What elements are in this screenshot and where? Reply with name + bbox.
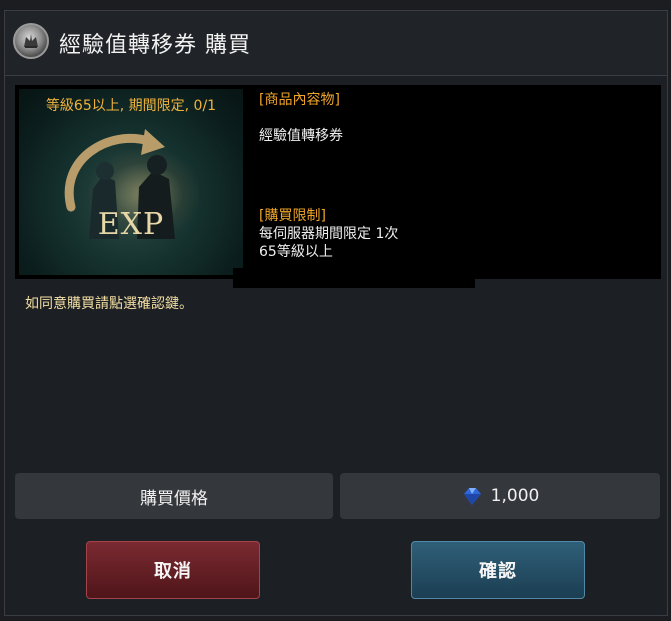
cancel-button[interactable]: 取消 xyxy=(86,541,260,599)
price-value: 1,000 xyxy=(490,486,540,506)
title-bar: 經驗值轉移券 購買 xyxy=(5,11,667,76)
confirm-button[interactable]: 確認 xyxy=(411,541,585,599)
item-caption: 等級65以上, 期間限定, 0/1 xyxy=(45,98,217,114)
item-image: EXP 等級65以上, 期間限定, 0/1 xyxy=(19,89,243,275)
crest-icon xyxy=(13,23,49,59)
limit-line-2: 65等級以上 xyxy=(259,244,333,260)
blue-gem-icon xyxy=(461,486,483,506)
purchase-dialog: 經驗值轉移券 購買 EXP 等級65以上, 期間限定, 0/1 [商品內容物] … xyxy=(4,10,668,616)
dialog-title: 經驗值轉移券 購買 xyxy=(59,33,251,58)
confirm-label: 確認 xyxy=(479,561,517,582)
limit-header: [購買限制] xyxy=(259,208,326,224)
exp-label: EXP xyxy=(97,207,165,242)
exp-transfer-art xyxy=(64,129,175,239)
contents-header: [商品內容物] xyxy=(259,92,340,108)
limit-line-1: 每伺服器期間限定 1次 xyxy=(259,226,399,242)
contents-text: 經驗值轉移券 xyxy=(259,128,343,144)
cancel-label: 取消 xyxy=(154,561,192,582)
purchase-notice: 如同意購買請點選確認鍵。 xyxy=(25,296,193,312)
text-overflow-band xyxy=(233,268,475,288)
item-detail-panel: EXP 等級65以上, 期間限定, 0/1 [商品內容物] 經驗值轉移券 [購買… xyxy=(15,85,661,279)
price-value-box: 1,000 xyxy=(340,473,660,519)
price-label-box: 購買價格 xyxy=(15,473,333,519)
price-label: 購買價格 xyxy=(140,488,208,509)
